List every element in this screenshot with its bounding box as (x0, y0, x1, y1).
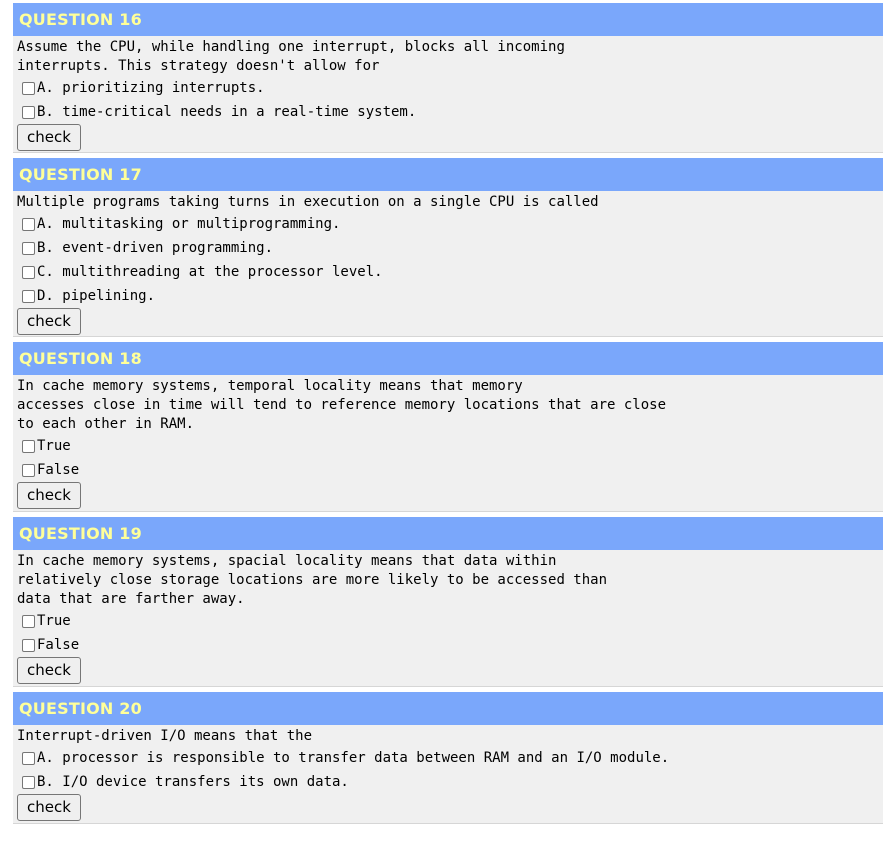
question-header: QUESTION 20 (13, 692, 883, 725)
question-header: QUESTION 16 (13, 3, 883, 36)
question-16: QUESTION 16 Assume the CPU, while handli… (13, 3, 883, 153)
option-label: D. pipelining. (37, 288, 156, 304)
option-label: A. prioritizing interrupts. (37, 80, 265, 96)
checkbox[interactable] (22, 638, 35, 652)
checkbox[interactable] (22, 775, 35, 789)
check-button[interactable]: check (17, 482, 81, 509)
question-header: QUESTION 17 (13, 158, 883, 191)
checkbox[interactable] (22, 439, 35, 453)
option-b[interactable]: B. I/O device transfers its own data. (17, 770, 883, 794)
question-text: In cache memory systems, temporal locali… (17, 378, 667, 432)
option-b[interactable]: B. time-critical needs in a real-time sy… (17, 100, 883, 124)
option-a[interactable]: A. multitasking or multiprogramming. (17, 212, 883, 236)
question-19: QUESTION 19 In cache memory systems, spa… (13, 517, 883, 687)
option-true[interactable]: True (17, 434, 883, 458)
option-label: B. I/O device transfers its own data. (37, 774, 349, 790)
option-label: B. event-driven programming. (37, 240, 274, 256)
checkbox[interactable] (22, 463, 35, 477)
checkbox[interactable] (22, 265, 35, 279)
check-button[interactable]: check (17, 124, 81, 151)
checkbox[interactable] (22, 105, 35, 119)
option-a[interactable]: A. processor is responsible to transfer … (17, 746, 883, 770)
option-label: A. processor is responsible to transfer … (37, 750, 670, 766)
option-true[interactable]: True (17, 609, 883, 633)
option-b[interactable]: B. event-driven programming. (17, 236, 883, 260)
question-20: QUESTION 20 Interrupt-driven I/O means t… (13, 692, 883, 824)
checkbox[interactable] (22, 751, 35, 765)
question-17: QUESTION 17 Multiple programs taking tur… (13, 158, 883, 337)
question-text: Interrupt-driven I/O means that the (17, 728, 313, 744)
question-18: QUESTION 18 In cache memory systems, tem… (13, 342, 883, 512)
option-false[interactable]: False (17, 458, 883, 482)
checkbox[interactable] (22, 289, 35, 303)
check-button[interactable]: check (17, 794, 81, 821)
question-text: In cache memory systems, spacial localit… (17, 553, 608, 607)
option-label: A. multitasking or multiprogramming. (37, 216, 341, 232)
question-header: QUESTION 18 (13, 342, 883, 375)
question-text: Multiple programs taking turns in execut… (17, 194, 599, 210)
checkbox[interactable] (22, 81, 35, 95)
option-c[interactable]: C. multithreading at the processor level… (17, 260, 883, 284)
check-button[interactable]: check (17, 657, 81, 684)
option-label: False (37, 637, 80, 653)
option-label: True (37, 613, 71, 629)
option-label: True (37, 438, 71, 454)
check-button[interactable]: check (17, 308, 81, 335)
checkbox[interactable] (22, 614, 35, 628)
option-label: B. time-critical needs in a real-time sy… (37, 104, 417, 120)
question-text: Assume the CPU, while handling one inter… (17, 39, 565, 74)
option-false[interactable]: False (17, 633, 883, 657)
question-header: QUESTION 19 (13, 517, 883, 550)
option-a[interactable]: A. prioritizing interrupts. (17, 76, 883, 100)
checkbox[interactable] (22, 241, 35, 255)
option-d[interactable]: D. pipelining. (17, 284, 883, 308)
option-label: False (37, 462, 80, 478)
checkbox[interactable] (22, 217, 35, 231)
option-label: C. multithreading at the processor level… (37, 264, 383, 280)
